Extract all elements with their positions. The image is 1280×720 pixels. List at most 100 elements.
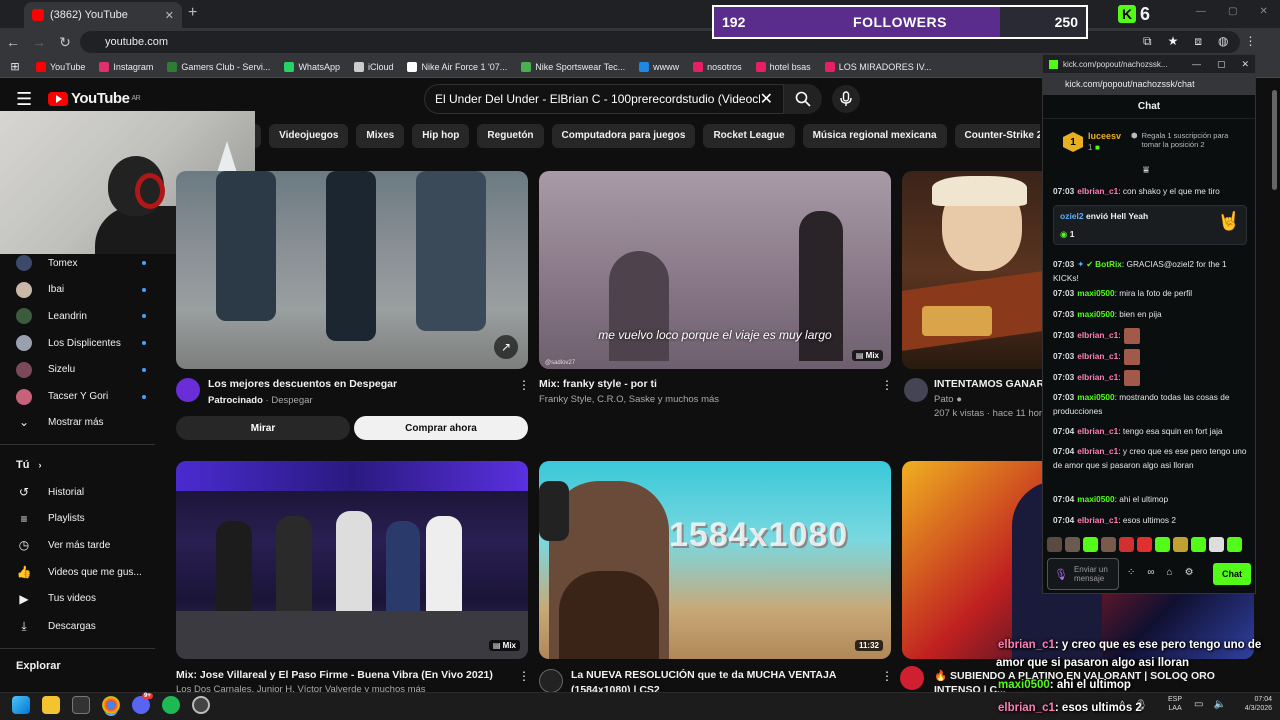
emote-icon[interactable] <box>1191 537 1206 552</box>
sidebar-item[interactable]: 👍 Videos que me gus... <box>16 565 146 579</box>
bookmark-item[interactable]: Nike Air Force 1 '07... <box>407 61 507 72</box>
send-chat-button[interactable]: Chat <box>1213 563 1251 585</box>
browser-tab-youtube[interactable]: (3862) YouTube ✕ <box>24 2 182 28</box>
emote-icon[interactable] <box>1227 537 1242 552</box>
bookmark-item[interactable]: WhatsApp <box>284 61 340 72</box>
close-tab-icon[interactable]: ✕ <box>165 9 174 22</box>
chat-username[interactable]: BotRix <box>1095 259 1122 269</box>
chat-username[interactable]: elbrian_c1 <box>1077 372 1118 382</box>
windows-start-icon[interactable] <box>12 696 30 714</box>
bookmark-item[interactable]: Instagram <box>99 61 153 72</box>
emote-icon[interactable] <box>1083 537 1098 552</box>
forward-icon[interactable]: → <box>26 34 52 50</box>
sidebar-item[interactable]: ↺ Historial <box>16 485 146 499</box>
spotify-icon[interactable] <box>162 696 180 714</box>
microphone-icon[interactable]: 🎙 <box>1054 568 1068 581</box>
emote-icon[interactable] <box>1137 537 1152 552</box>
buy-now-button[interactable]: Comprar ahora <box>354 416 528 440</box>
emote-icon[interactable] <box>1209 537 1224 552</box>
chat-username[interactable]: elbrian_c1 <box>1077 515 1118 525</box>
more-options-icon[interactable]: ⋮ <box>881 378 893 392</box>
category-chip[interactable]: Videojuegos <box>269 124 349 148</box>
back-icon[interactable]: ← <box>0 34 26 50</box>
more-options-icon[interactable]: ⋮ <box>518 378 530 392</box>
video-title[interactable]: INTENTAMOS GANARI <box>934 378 1042 390</box>
category-chip[interactable]: Counter-Strike 2 <box>954 124 1040 148</box>
store-icon[interactable]: ⌂ <box>1167 567 1173 578</box>
channel-avatar[interactable] <box>904 378 928 402</box>
video-title[interactable]: Mix: franky style - por ti <box>539 378 859 390</box>
bookmark-item[interactable]: YouTube <box>36 61 85 72</box>
page-scrollbar[interactable] <box>1272 90 1277 190</box>
bookmark-item[interactable]: wwww <box>639 61 679 72</box>
settings-gear-icon[interactable]: ⚙ <box>1185 567 1194 578</box>
bookmark-item[interactable]: nosotros <box>693 61 742 72</box>
maximize-icon[interactable]: ▢ <box>1228 6 1237 17</box>
video-thumbnail[interactable]: ↗ <box>176 171 528 369</box>
bookmark-item[interactable]: Nike Sportswear Tec... <box>521 61 625 72</box>
extensions-icon[interactable]: ⧈ <box>1194 34 1202 49</box>
more-options-icon[interactable]: ⋮ <box>518 669 530 683</box>
top-gifter[interactable]: 1 luceesv 1 ■ <box>1063 131 1121 153</box>
voice-search-button[interactable] <box>832 85 860 113</box>
bookmark-item[interactable]: hotel bsas <box>755 61 811 72</box>
chat-username[interactable]: elbrian_c1 <box>1077 186 1118 196</box>
close-window-icon[interactable]: ✕ <box>1241 59 1249 70</box>
sidebar-item[interactable]: ▶ Tus videos <box>16 592 146 606</box>
chat-username[interactable]: elbrian_c1 <box>1077 351 1118 361</box>
profile-avatar-icon[interactable]: ◍ <box>1218 34 1228 49</box>
new-tab-icon[interactable]: + <box>188 4 197 22</box>
minimize-icon[interactable]: — <box>1192 59 1201 70</box>
sidebar-subscription[interactable]: Leandrin <box>16 308 146 325</box>
channel-avatar[interactable] <box>900 666 924 690</box>
category-chip[interactable]: Reguetón <box>477 124 544 148</box>
sidebar-subscription[interactable]: Tacser Y Gori <box>16 388 146 405</box>
minimize-icon[interactable]: — <box>1196 6 1206 17</box>
hamburger-menu-icon[interactable]: ☰ <box>16 89 32 110</box>
chat-username[interactable]: maxi0500 <box>1077 309 1114 319</box>
external-link-icon[interactable]: ↗ <box>494 335 518 359</box>
chrome-icon[interactable] <box>102 696 120 714</box>
emote-icon[interactable] <box>1119 537 1134 552</box>
video-thumbnail[interactable]: ▤ Mix <box>176 461 528 659</box>
pinned-toggle-icon[interactable]: ⩸ <box>1143 165 1149 176</box>
emote-icon[interactable] <box>1065 537 1080 552</box>
chat-username[interactable]: elbrian_c1 <box>1077 446 1118 456</box>
sidebar-subscription[interactable]: Los Displicentes <box>16 335 146 352</box>
sidebar-subscription[interactable]: Tomex <box>16 255 146 271</box>
category-chip[interactable]: Hip hop <box>412 124 470 148</box>
category-chip[interactable]: Rocket League <box>703 124 795 148</box>
video-title[interactable]: Mix: Jose Villareal y El Paso Firme - Bu… <box>176 669 516 681</box>
sidebar-subscription[interactable]: Ibai <box>16 281 146 298</box>
gift-prompt[interactable]: ⬢ Regala 1 suscripción para tomar la pos… <box>1131 131 1243 149</box>
emote-icon[interactable] <box>1047 537 1062 552</box>
emote-picker-icon[interactable]: ⁘ <box>1127 567 1135 578</box>
app-icon[interactable] <box>192 696 210 714</box>
bookmark-item[interactable]: LOS MIRADORES IV... <box>824 61 931 72</box>
sidebar-item[interactable]: ≡ Playlists <box>16 512 146 526</box>
video-thumbnail[interactable]: 1584x1080 11:32 <box>539 461 891 659</box>
search-button[interactable] <box>784 84 822 114</box>
chat-username[interactable]: elbrian_c1 <box>1077 330 1118 340</box>
category-chip[interactable]: Computadora para juegos <box>551 124 696 148</box>
chat-username[interactable]: maxi0500 <box>1077 494 1114 504</box>
language-indicator[interactable]: ESP LAA <box>1168 695 1182 713</box>
channel-avatar[interactable] <box>176 378 200 402</box>
video-title[interactable]: La NUEVA RESOLUCIÓN que te da MUCHA VENT… <box>571 669 871 681</box>
chat-input[interactable]: 🎙 Enviar un mensaje <box>1047 558 1119 590</box>
youtube-logo[interactable]: YouTube AR <box>48 90 141 107</box>
maximize-icon[interactable]: ▢ <box>1217 59 1226 70</box>
category-chip[interactable]: Música regional mexicana <box>802 124 947 148</box>
kick-points-icon[interactable]: ∞ <box>1147 567 1154 578</box>
channel-avatar[interactable] <box>539 669 563 693</box>
sidebar-item[interactable]: ◷ Ver más tarde <box>16 538 146 552</box>
sidebar-item[interactable]: ⤓ Descargas <box>16 619 146 634</box>
category-chip[interactable]: Mixes <box>356 124 405 148</box>
more-options-icon[interactable]: ⋮ <box>881 669 893 683</box>
volume-icon[interactable]: 🔈 <box>1213 699 1225 710</box>
video-thumbnail[interactable] <box>902 171 1042 369</box>
chat-username[interactable]: maxi0500 <box>1077 392 1114 402</box>
sidebar-subscription[interactable]: Sizelu <box>16 361 146 378</box>
emote-icon[interactable] <box>1155 537 1170 552</box>
cast-icon[interactable]: ⧉ <box>1143 34 1152 49</box>
